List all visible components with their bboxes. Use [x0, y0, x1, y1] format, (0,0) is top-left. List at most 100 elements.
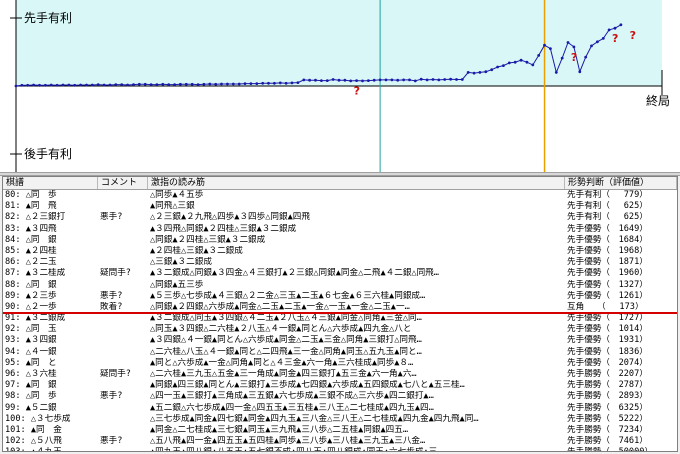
table-row[interactable]: 98: △同 歩 悪手? △四一玉▲三銀打▲三角成▲三五銀▲六七歩成▲三銀不成△三六…	[3, 391, 677, 402]
data-point	[325, 79, 329, 82]
table-row[interactable]: 86: △２二玉 △三銀▲３二銀成 先手優勢（ 1871）	[3, 257, 677, 268]
data-point	[126, 83, 129, 87]
data-point	[425, 78, 429, 82]
table-row[interactable]: 89: ▲２三歩 悪手? ▲５三歩△七歩成▲４三銀△２二金△三玉▲二玉▲６七金▲６三…	[3, 291, 677, 302]
evaluation-graph-canvas[interactable]: ???? 先手有利 後手有利 終局	[0, 0, 680, 172]
data-point	[308, 78, 311, 82]
data-point	[431, 78, 435, 81]
table-row[interactable]: 93: ▲３四銀 ▲３四銀△４一銀▲同とん△六歩成▲同金△二玉▲三金△同角▲三銀打…	[3, 335, 677, 346]
table-row[interactable]: 87: ▲３二桂成 疑問手? ▲３二銀成△同銀▲３四金△４三銀打▲２三銀△同銀▲同金…	[3, 268, 677, 279]
move-cell: 103: ▲４九王	[3, 447, 98, 451]
comment-cell	[98, 347, 148, 358]
table-row[interactable]: 101: ▲同 金 ▲同金△二七桂成▲三七銀▲同玉▲三九飛▲三八歩△二五桂▲同銀▲…	[3, 425, 677, 436]
comment-cell	[98, 425, 148, 436]
move-cell: 100: △３七歩成	[5, 413, 71, 424]
data-point	[296, 81, 300, 84]
data-point	[179, 82, 182, 86]
data-point	[278, 81, 282, 85]
data-point	[38, 83, 41, 87]
data-point	[367, 79, 370, 82]
table-row[interactable]: 91: ▲３二銀成 ▲３二銀成△同玉▲３四銀△４二玉▲２八玉△４三銀▲同金△同角▲…	[3, 313, 677, 324]
comment-cell	[98, 201, 148, 212]
data-point	[525, 60, 529, 64]
table-row[interactable]: 85: ▲２四桂 ▲２四桂△三銀▲３二銀成 先手優勢（ 1968）	[3, 246, 677, 257]
evaluation-cell: 先手優勢（ 1931）	[567, 335, 648, 346]
data-point	[79, 83, 82, 87]
header-moves[interactable]: 棋譜	[3, 177, 98, 189]
data-point	[102, 83, 106, 87]
data-point	[32, 83, 35, 87]
header-comment[interactable]: コメント	[98, 177, 148, 189]
table-row[interactable]: 88: △同 銀 △同銀▲五三歩 先手優勢（ 1327）	[3, 280, 677, 291]
table-row[interactable]: 80: △同 歩 △同歩▲４五歩 先手有利（ 779）	[3, 190, 677, 201]
data-point	[137, 82, 141, 86]
reading-line-cell: △２三銀▲２九飛△四歩▲３四歩△同銀▲四飛	[150, 212, 310, 223]
question-mark: ?	[571, 51, 577, 64]
data-point	[284, 81, 288, 85]
table-row[interactable]: 96: △３六桂 疑問手? △二六桂▲三九玉△五金▲三一角成▲同金▲四三銀打▲五三金…	[3, 369, 677, 380]
data-point	[149, 83, 153, 86]
table-row[interactable]: 82: △２三銀打 悪手? △２三銀▲２九飛△四歩▲３四歩△同銀▲四飛 先手有利（ 6…	[3, 212, 677, 223]
table-row[interactable]: 94: △４一銀 △二六桂△八玉△４一銀▲同と△二四飛▲三一金△同角▲同玉△五九玉…	[3, 347, 677, 358]
evaluation-cell: 先手優勢（ 1960）	[567, 268, 648, 279]
data-point	[290, 81, 294, 85]
data-point	[566, 41, 570, 44]
evaluation-cell: 先手勝勢（ 2893）	[567, 391, 648, 402]
table-row[interactable]: 102: △５八飛 悪手? △五八飛▲四一金▲四五玉▲五四桂▲同歩▲三八歩▲三八桂▲…	[3, 436, 677, 447]
move-cell: 80: △同 歩	[5, 190, 57, 200]
reading-line-cell: ▲３二銀成△同玉▲３四銀△４二玉▲２八玉△４三銀▲同金△同角▲三金△同…	[150, 313, 422, 324]
evaluation-cell: 先手勝勢（ 2207）	[567, 369, 648, 379]
data-point	[267, 81, 270, 85]
table-row[interactable]: 99: ▲５二銀 ▲五二銀△六七歩成▲四一金△四五玉▲三五桂▲三八王△二七桂成▲四…	[3, 403, 677, 414]
table-row[interactable]: 100: △３七歩成 △三七歩成▲同金▲四七銀▲同金▲四九玉▲三八金△三八王△二七…	[3, 414, 677, 425]
data-point	[343, 78, 347, 82]
comment-cell: 悪手?	[100, 290, 123, 301]
data-point	[554, 71, 558, 74]
data-point	[202, 82, 206, 86]
header-evaluation[interactable]: 形勢判断（評価値）	[565, 177, 677, 189]
data-point	[619, 23, 623, 27]
move-cell: 97: ▲同 銀	[5, 380, 57, 391]
data-point	[243, 82, 247, 85]
table-row[interactable]: 92: △同 玉 △同玉▲３四銀△二六桂▲２八玉△４一銀▲同とん△六歩成▲四九金△…	[3, 324, 677, 335]
data-point	[114, 83, 118, 86]
label-game-end: 終局	[646, 93, 670, 108]
evaluation-cell: 先手優勢（ 1871）	[567, 257, 648, 268]
data-point	[549, 47, 552, 50]
table-row[interactable]: 81: ▲同 飛 ▲同飛△三銀 先手有利（ 625）	[3, 201, 677, 212]
data-point	[208, 82, 212, 86]
table-row[interactable]: 97: ▲同 銀 ▲同銀▲四三銀▲同とん▲三銀打▲三歩成▲七四銀▲六歩成▲五四銀成…	[3, 380, 677, 391]
table-row[interactable]: 103: ▲４九王 ▲四九王▲四八銀▲八五玉▲五七銀不成▲四八玉▲四八銀成▲同玉▲…	[3, 447, 677, 451]
reading-line-cell: ▲同銀▲四三銀▲同とん▲三銀打▲三歩成▲七四銀▲六歩成▲五四銀成▲七八と▲五三桂…	[150, 380, 465, 391]
move-cell: 95: ▲同 と	[5, 357, 57, 368]
data-point	[601, 37, 605, 40]
table-row[interactable]: 84: △同 銀 △同銀▲２四桂△三銀▲３二銀成 先手優勢（ 1684）	[3, 235, 677, 246]
move-cell: 98: △同 歩	[5, 391, 57, 402]
comment-cell	[98, 403, 148, 414]
table-header: 棋譜 コメント 激指の読み筋 形勢判断（評価値）	[3, 177, 677, 190]
comment-cell	[98, 224, 148, 235]
evaluation-graph[interactable]: ???? 先手有利 後手有利 終局	[0, 0, 680, 172]
move-cell: 88: △同 銀	[5, 279, 57, 290]
data-point	[67, 83, 71, 87]
label-gote-advantage: 後手有利	[24, 147, 72, 161]
move-cell: 82: △２三銀打	[5, 212, 66, 223]
table-row[interactable]: 83: ▲３四飛 ▲３四飛△同銀▲２四桂△三銀▲３二銀成 先手優勢（ 1649）	[3, 224, 677, 235]
comment-cell	[98, 235, 148, 246]
reading-line-cell: ▲同と△六歩成▲一金△同角▲同と△４三金▲六一角▲三六桂成▲同歩▲８…	[150, 357, 414, 368]
data-point	[437, 78, 441, 82]
move-cell: 86: △２二玉	[5, 257, 57, 268]
data-point	[502, 64, 505, 67]
reading-line-cell: △三銀▲３二銀成	[150, 257, 212, 268]
data-point	[26, 83, 30, 87]
data-point	[220, 82, 223, 86]
table-row[interactable]: 95: ▲同 と ▲同と△六歩成▲一金△同角▲同と△４三金▲六一角▲三六桂成▲同歩…	[3, 358, 677, 369]
reading-line-cell: △二六桂△八玉△４一銀▲同と△二四飛▲三一金△同角▲同玉△五九玉▲同と…	[150, 346, 422, 357]
comment-cell	[98, 324, 148, 335]
header-reading-line[interactable]: 激指の読み筋	[148, 177, 565, 189]
data-point	[85, 83, 88, 87]
data-point	[478, 71, 482, 74]
evaluation-cell: 先手勝勢（ 50000）	[565, 447, 677, 451]
evaluation-cell: 先手勝勢（ 2787）	[567, 380, 648, 391]
evaluation-cell: 先手優勢（ 1327）	[567, 279, 648, 290]
